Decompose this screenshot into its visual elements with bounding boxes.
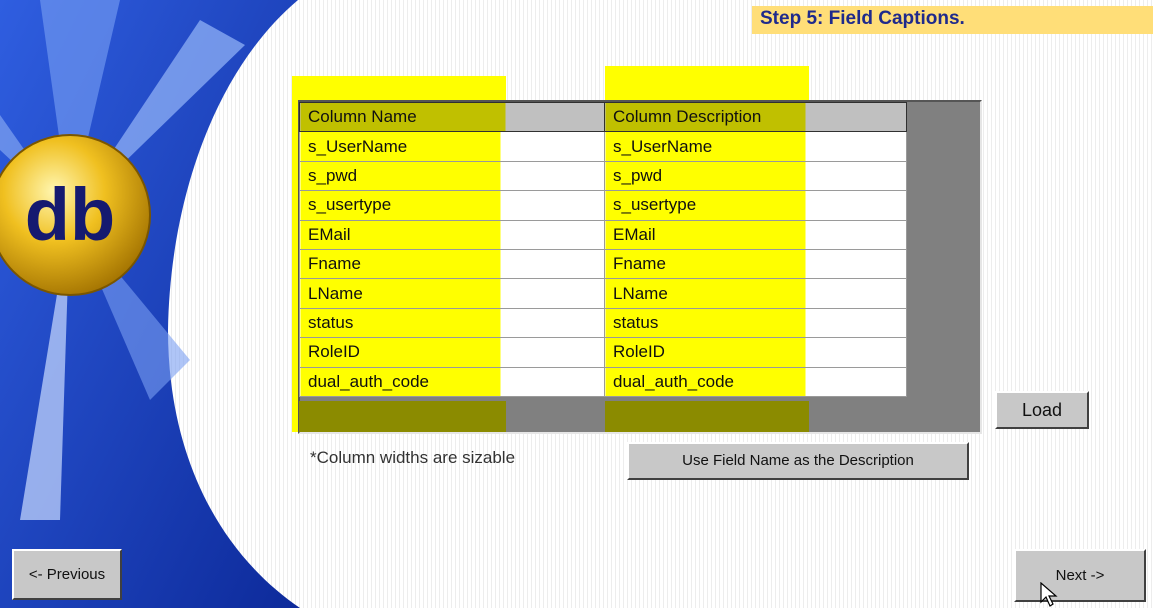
step-title: Step 5: Field Captions. [752, 6, 1153, 34]
table-row: dual_auth_code dual_auth_code [299, 366, 907, 397]
captions-grid: Column Name Column Description s_UserNam… [299, 101, 907, 397]
column-name-header[interactable]: Column Name [299, 101, 605, 133]
grid-empty-area [299, 401, 904, 432]
load-button[interactable]: Load [995, 391, 1089, 429]
table-row: s_UserName s_UserName [299, 131, 907, 162]
table-row: Fname Fname [299, 248, 907, 280]
column-description-cell[interactable]: RoleID [604, 337, 907, 368]
column-name-cell[interactable]: s_UserName [299, 131, 605, 162]
column-description-cell[interactable]: s_pwd [604, 160, 907, 192]
use-field-name-button[interactable]: Use Field Name as the Description [627, 442, 969, 480]
column-description-cell[interactable]: LName [604, 278, 907, 309]
column-name-cell[interactable]: status [299, 307, 605, 339]
column-description-cell[interactable]: dual_auth_code [604, 366, 907, 397]
column-name-cell[interactable]: LName [299, 278, 605, 309]
logo-text: db [25, 173, 115, 256]
next-button[interactable]: Next -> [1014, 549, 1146, 602]
column-name-cell[interactable]: Fname [299, 248, 605, 280]
column-name-cell[interactable]: s_pwd [299, 160, 605, 192]
column-name-cell[interactable]: RoleID [299, 337, 605, 368]
table-row: s_pwd s_pwd [299, 160, 907, 192]
column-name-cell[interactable]: EMail [299, 219, 605, 250]
column-description-cell[interactable]: EMail [604, 219, 907, 250]
table-row: status status [299, 307, 907, 339]
table-row: RoleID RoleID [299, 337, 907, 368]
column-description-cell[interactable]: Fname [604, 248, 907, 280]
column-description-header[interactable]: Column Description [604, 101, 907, 133]
table-row: LName LName [299, 278, 907, 309]
grid-empty-gray [506, 401, 605, 432]
table-row: s_usertype s_usertype [299, 190, 907, 221]
table-row: EMail EMail [299, 219, 907, 250]
previous-button[interactable]: <- Previous [12, 549, 122, 600]
column-width-note: *Column widths are sizable [310, 448, 516, 467]
grid-empty-highlight [605, 401, 809, 432]
column-description-cell[interactable]: s_UserName [604, 131, 907, 162]
column-name-cell[interactable]: dual_auth_code [299, 366, 605, 397]
column-description-cell[interactable]: s_usertype [604, 190, 907, 221]
column-description-cell[interactable]: status [604, 307, 907, 339]
sidebar-graphic: db [0, 0, 310, 608]
column-name-cell[interactable]: s_usertype [299, 190, 605, 221]
grid-empty-highlight [299, 401, 506, 432]
grid-header-row: Column Name Column Description [299, 101, 907, 133]
mouse-cursor-icon [1040, 582, 1058, 607]
